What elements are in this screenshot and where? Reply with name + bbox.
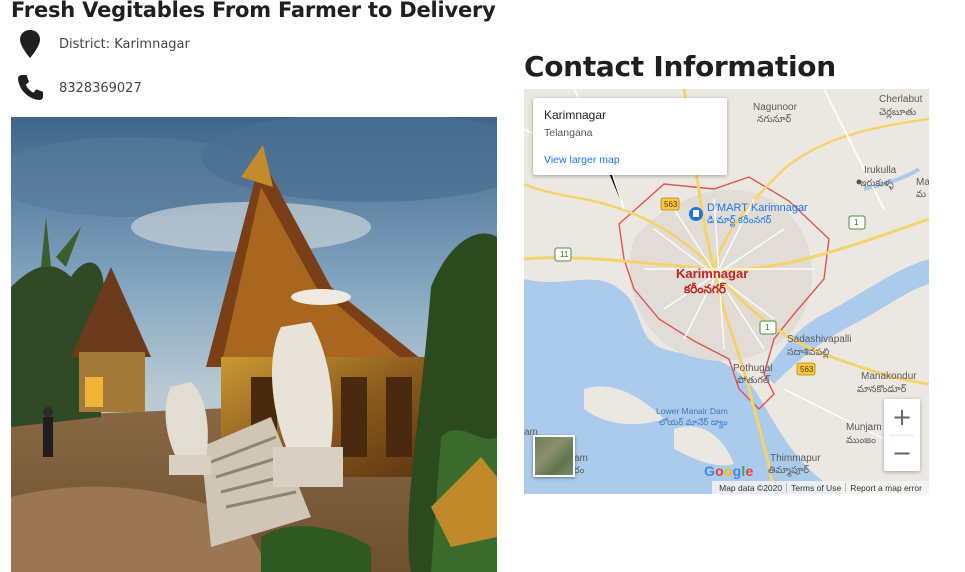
map-label-dmart[interactable]: D'MART Karimnagar [707, 202, 808, 214]
map-label-thimmapur: Thimmapur [770, 453, 821, 464]
map-label-thimmapur-te: తిమ్మాపూర్ [768, 465, 810, 476]
map-label-ma: Ma [916, 177, 929, 188]
highway-1-shield-east: 1 [854, 218, 859, 227]
map-label-city-te: కరీంనగర్ [684, 282, 727, 296]
map-label-munjam: Munjam [846, 422, 882, 433]
google-map[interactable]: Nagunoor నగునూర్ Cherlabut చెర్లబూతు Iru… [524, 89, 929, 494]
contact-heading: Contact Information [524, 50, 836, 83]
google-logo: Google [704, 463, 754, 479]
map-label-am-2: am [574, 453, 588, 464]
map-label-nagunoor: Nagunoor [753, 102, 797, 113]
map-label-pothugal-te: పోతుగల్ [737, 375, 770, 386]
map-label-munjam-te: ముంజం [846, 435, 876, 446]
page-title: Fresh Vegitables From Farmer to Delivery [11, 0, 496, 22]
info-card-place: Karimnagar [544, 108, 607, 122]
map-label-lower-manair-dam-te: లోయర్ మానేర్ డ్యాం [659, 417, 728, 427]
map-label-lower-manair-dam: Lower Manair Dam [656, 406, 728, 416]
map-label-cherlabut-te: చెర్లబూతు [879, 107, 917, 118]
zoom-divider [890, 435, 914, 436]
map-label-manakondur-te: మానకొండూర్ [857, 384, 907, 395]
map-data-text: Map data ©2020 [719, 482, 783, 493]
temple-photo [11, 117, 497, 572]
satellite-toggle-button[interactable] [533, 435, 575, 477]
highway-563-shield-south: 563 [800, 365, 814, 374]
map-label-pothugal: Pothugal [733, 363, 773, 374]
map-info-card: Karimnagar Telangana View larger map [533, 98, 727, 175]
map-label-city: Karimnagar [676, 266, 749, 281]
phone-number: 8328369027 [59, 80, 142, 96]
map-attribution: Map data ©2020 Terms of Use Report a map… [712, 481, 929, 494]
map-marker-icon [14, 28, 46, 60]
map-label-cherlabut: Cherlabut [879, 94, 923, 105]
terms-of-use-link[interactable]: Terms of Use [787, 483, 845, 493]
highway-11-shield: 11 [560, 250, 569, 259]
district-text: District: Karimnagar [59, 36, 190, 52]
report-map-error-link[interactable]: Report a map error [846, 483, 926, 493]
map-label-sadashivapalli-te: సదాశివపల్లి [787, 347, 830, 358]
zoom-in-button[interactable]: + [884, 399, 920, 435]
district-row: District: Karimnagar [14, 28, 190, 60]
map-label-sadashivapalli: Sadashivapalli [787, 334, 852, 345]
map-label-nagunoor-te: నగునూర్ [757, 114, 792, 125]
map-label-am-2-te: రం [574, 465, 585, 476]
map-label-irukulla-te: ఇరుకుళ్ళ [860, 178, 894, 189]
map-label-dmart-te[interactable]: డి మార్ట్ కరీంనగర్ [707, 215, 771, 228]
map-label-irukulla: Irukulla [864, 165, 897, 176]
highway-563-shield: 563 [664, 200, 678, 209]
map-label-ma-te: మ [916, 189, 927, 200]
view-larger-map-link[interactable]: View larger map [544, 154, 620, 166]
phone-row: 8328369027 [14, 72, 142, 104]
highway-1-shield: 1 [765, 323, 770, 332]
map-label-manakondur: Manakondur [861, 371, 917, 382]
zoom-out-button[interactable]: − [884, 435, 920, 471]
zoom-controls: + − [884, 399, 920, 471]
phone-icon [14, 72, 46, 104]
info-card-state: Telangana [544, 127, 593, 139]
